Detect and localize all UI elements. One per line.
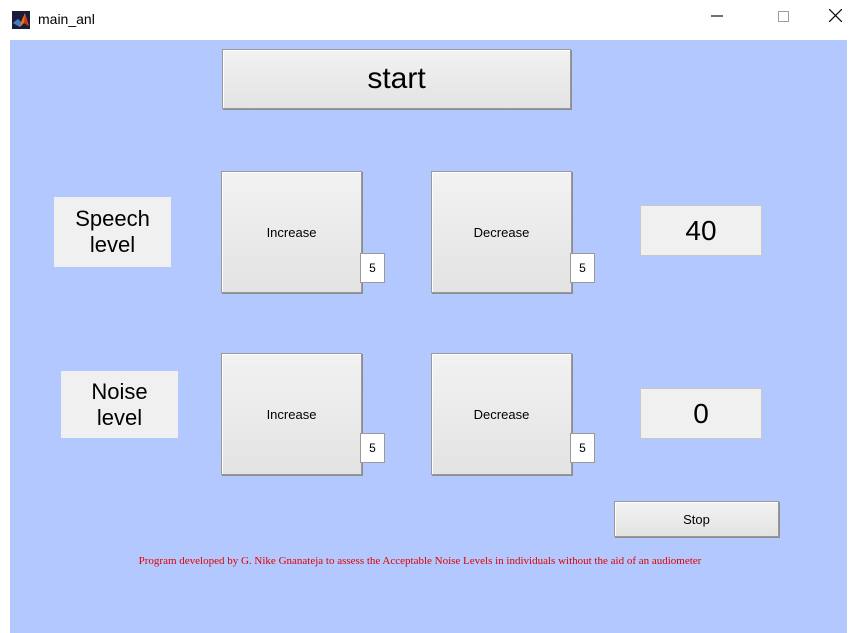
start-button[interactable]: start bbox=[222, 49, 571, 109]
noise-label-line2: level bbox=[96, 404, 143, 430]
minimize-button[interactable] bbox=[694, 0, 740, 32]
noise-label-line1: Noise bbox=[91, 378, 148, 404]
noise-decrease-button[interactable]: Decrease bbox=[431, 353, 572, 475]
maximize-icon bbox=[777, 7, 789, 26]
close-button[interactable] bbox=[812, 0, 857, 32]
speech-increase-step[interactable]: 5 bbox=[360, 253, 385, 283]
speech-level-value: 40 bbox=[640, 205, 762, 256]
stop-button[interactable]: Stop bbox=[614, 501, 779, 537]
minimize-icon bbox=[711, 7, 723, 26]
matlab-icon bbox=[12, 11, 30, 29]
window-title: main_anl bbox=[38, 11, 95, 27]
speech-decrease-step[interactable]: 5 bbox=[570, 253, 595, 283]
footer-credit-text: Program developed by G. Nike Gnanateja t… bbox=[138, 555, 702, 567]
close-icon bbox=[828, 7, 842, 26]
speech-label-line2: level bbox=[89, 232, 136, 257]
noise-level-value: 0 bbox=[640, 388, 762, 439]
title-bar[interactable]: main_anl bbox=[0, 0, 857, 40]
figure-panel: start Speech level Increase 5 Decrease 5… bbox=[10, 40, 847, 633]
noise-level-label: Noise level bbox=[61, 371, 178, 438]
speech-increase-button[interactable]: Increase bbox=[221, 171, 362, 293]
speech-level-label: Speech level bbox=[54, 197, 171, 267]
app-window: main_anl start Speech level Increase 5 D… bbox=[0, 0, 857, 633]
speech-decrease-button[interactable]: Decrease bbox=[431, 171, 572, 293]
speech-label-line1: Speech bbox=[75, 206, 150, 231]
noise-increase-step[interactable]: 5 bbox=[360, 433, 385, 463]
noise-decrease-step[interactable]: 5 bbox=[570, 433, 595, 463]
maximize-button[interactable] bbox=[760, 0, 806, 32]
noise-increase-button[interactable]: Increase bbox=[221, 353, 362, 475]
